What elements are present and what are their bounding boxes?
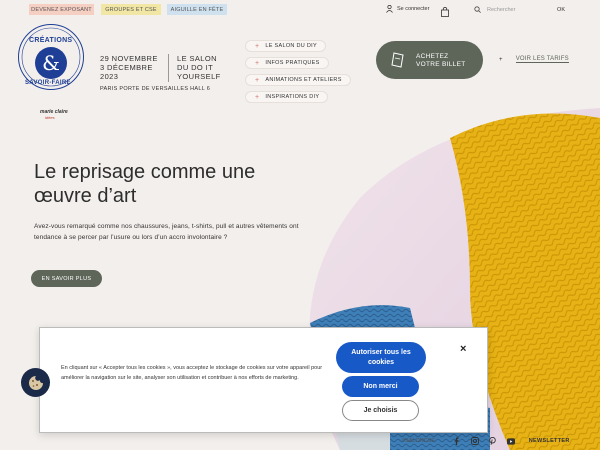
nav-item-label: ANIMATIONS ET ATELIERS [265,77,342,83]
aiguille-en-fete-link[interactable]: AIGUILLE EN FÊTE [167,4,227,15]
date-line: 29 NOVEMBRE [100,54,158,63]
hero-description: Avez-vous remarqué comme nos chaussures,… [34,223,299,241]
customize-cookies-button[interactable]: Je choisis [342,400,419,421]
nav-item-label: LE SALON DU DIY [265,43,317,49]
plus-icon: + [255,93,260,101]
ticket-line: VOTRE BILLET [416,61,466,68]
date-line: 2023 [100,72,119,81]
tagline-line: DU DO IT [177,63,214,72]
hero-title-line: Le reprisage comme une [34,161,256,183]
logo-text-top: CRÉATIONS [29,37,73,44]
nav-item-animations[interactable]: + ANIMATIONS ET ATELIERS [245,74,351,86]
cookie-text: En cliquant sur « Accepter tous les cook… [61,365,323,381]
nav-item-infos[interactable]: + INFOS PRATIQUES [245,57,329,69]
social-bar: #SALONCSF NEWSLETTER [402,436,570,446]
event-venue: PARIS PORTE DE VERSAILLES HALL 6 [100,86,211,92]
search-ok-button[interactable]: OK [557,7,565,13]
newsletter-link[interactable]: NEWSLETTER [529,438,570,444]
view-prices-link[interactable]: VOIR LES TARIFS [515,56,569,63]
event-dates: 29 NOVEMBRE 3 DÉCEMBRE 2023 [100,54,158,81]
logo-ampersand: & [35,47,67,79]
close-icon[interactable]: × [460,343,466,355]
user-icon [386,5,393,13]
top-bar: DEVENEZ EXPOSANT GROUPES ET CSE AIGUILLE… [0,0,600,20]
ticket-line: ACHETEZ [416,53,449,60]
accept-line: cookies [367,358,395,366]
plus-icon: + [255,76,260,84]
search-icon[interactable] [474,6,481,13]
cart-button[interactable] [441,4,449,22]
partner-logo-sub: idées [45,115,55,120]
cookie-banner: En cliquant sur « Accepter tous les cook… [39,327,488,433]
refuse-cookies-button[interactable]: Non merci [342,376,419,397]
search-form: Rechercher OK [474,4,584,16]
nav-item-label: INFOS PRATIQUES [265,60,320,66]
ticket-icon [391,52,404,68]
nav-item-inspirations[interactable]: + INSPIRATIONS DIY [245,91,329,103]
accept-label: Autoriser tous les cookies [351,348,411,368]
buy-ticket-button[interactable]: ACHETEZ VOTRE BILLET [376,41,483,79]
groupes-cse-link[interactable]: GROUPES ET CSE [101,4,161,15]
buy-ticket-label: ACHETEZ VOTRE BILLET [416,53,465,69]
event-tagline: LE SALON DU DO IT YOURSELF [177,54,221,81]
header-divider [168,54,169,82]
hashtag: #SALONCSF [402,438,435,444]
accept-all-cookies-button[interactable]: Autoriser tous les cookies [336,342,426,373]
login-label: Se connecter [397,6,430,12]
date-line: 3 DÉCEMBRE [100,63,153,72]
tagline-line: YOURSELF [177,72,221,81]
devenez-exposant-link[interactable]: DEVENEZ EXPOSANT [29,4,94,15]
tarifs-area: + VOIR LES TARIFS [499,56,569,63]
learn-more-button[interactable]: EN SAVOIR PLUS [31,270,102,287]
accept-line: Autoriser tous les [351,348,411,356]
plus-icon: + [255,42,260,50]
cookie-settings-button[interactable] [21,368,50,397]
login-link[interactable]: Se connecter [386,5,429,13]
pinterest-icon[interactable] [489,437,497,445]
bag-icon [441,6,449,17]
logo-text-bottom: SAVOIR-FAIRE [25,80,71,86]
instagram-icon[interactable] [470,437,479,445]
nav-item-salon[interactable]: + LE SALON DU DIY [245,40,326,52]
tarifs-plus-icon: + [499,56,503,63]
plus-icon: + [255,59,260,67]
youtube-icon[interactable] [506,437,515,445]
hero-title: Le reprisage comme une œuvre d’art [34,160,255,208]
nav-item-label: INSPIRATIONS DIY [265,94,320,100]
tagline-line: LE SALON [177,54,217,63]
hero-title-line: œuvre d’art [34,185,137,207]
cookie-icon [28,375,43,390]
facebook-icon[interactable] [453,437,461,445]
search-input[interactable]: Rechercher [487,7,515,13]
